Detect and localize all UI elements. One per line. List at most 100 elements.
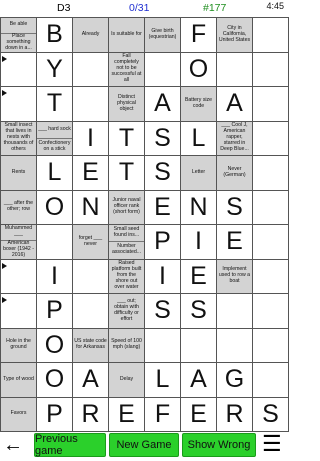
letter-cell[interactable]: T [36,86,73,122]
letter-cell[interactable] [216,327,253,363]
letter-cell[interactable] [252,189,289,225]
crossword-board: Be able Place something down in a... B Alre… [0,17,289,432]
letter-cell[interactable] [252,17,289,53]
letter-cell[interactable]: T [108,120,145,156]
direction-arrow-icon [2,297,7,303]
letter-cell[interactable] [72,51,109,87]
progress-counter: 0/31 [129,2,150,14]
letter-cell[interactable]: A [216,86,253,122]
letter-cell[interactable]: N [180,189,217,225]
letter-cell[interactable]: I [180,224,217,260]
clue-cell: Hole in the ground [0,327,37,363]
clue-text: Be able [1,18,36,34]
letter-cell[interactable]: L [180,120,217,156]
letter-cell[interactable]: O [180,51,217,87]
letter-cell[interactable]: N [72,189,109,225]
letter-cell[interactable]: Y [36,51,73,87]
letter-cell[interactable] [252,327,289,363]
clue-cell: Raised platform built from the shore out… [108,258,145,294]
clue-cell-split: ___ hard sock Confectionery on a stick [36,120,73,156]
back-arrow-icon[interactable]: ← [3,435,23,455]
clue-cell: Is suitable for [108,17,145,53]
letter-cell[interactable] [72,86,109,122]
letter-cell[interactable]: A [144,86,181,122]
clue-cell-split: Muhammed ___ American boxer (1942 - 2016) [0,224,37,260]
direction-arrow-icon [2,262,7,269]
letter-cell[interactable] [144,51,181,87]
clue-cell: Give birth (equestrian) [144,17,181,53]
clue-cell: Already [72,17,109,53]
letter-cell[interactable]: S [180,293,217,329]
clue-cell: Battery size code [180,86,217,122]
clue-cell: Distinct physical object [108,86,145,122]
letter-cell[interactable]: L [36,155,73,191]
letter-cell[interactable]: E [216,224,253,260]
show-wrong-button[interactable]: Show Wrong [182,433,256,457]
letter-cell[interactable]: O [36,189,73,225]
clue-cell: Delay [108,362,145,398]
letter-cell[interactable] [216,51,253,87]
clue-cell: ___ Cool J, American rapper, starred in … [216,120,253,156]
letter-cell[interactable]: S [144,120,181,156]
clue-cell: Favors [0,396,37,432]
letter-cell[interactable]: G [216,362,253,398]
letter-cell[interactable]: I [144,258,181,294]
letter-cell[interactable] [252,258,289,294]
letter-cell[interactable] [72,293,109,329]
clue-cell: Fall completely not to be successful at … [108,51,145,87]
clue-cell: Type of wood [0,362,37,398]
letter-cell[interactable] [252,293,289,329]
letter-cell[interactable] [252,155,289,191]
menu-icon[interactable]: ☰ [262,433,282,455]
new-game-button[interactable]: New Game [109,433,179,457]
letter-cell[interactable] [252,51,289,87]
letter-cell[interactable]: O [36,327,73,363]
letter-cell[interactable]: O [36,362,73,398]
letter-cell[interactable]: P [144,224,181,260]
letter-cell[interactable] [72,258,109,294]
letter-cell[interactable] [252,224,289,260]
letter-cell[interactable] [180,327,217,363]
letter-cell[interactable]: A [180,362,217,398]
letter-cell[interactable]: S [252,396,289,432]
letter-cell[interactable]: P [36,396,73,432]
letter-cell[interactable] [252,86,289,122]
letter-cell[interactable]: S [144,155,181,191]
letter-cell[interactable]: I [72,120,109,156]
clue-text: Number associated... [111,243,142,256]
clue-text: Muhammed ___ [1,225,36,241]
clue-cell: US state code for Arkansas [72,327,109,363]
clue-cell: Speed of 100 mph (slang) [108,327,145,363]
letter-cell[interactable]: E [72,155,109,191]
letter-cell[interactable]: E [108,396,145,432]
clue-text: ___ hard sock [37,122,72,139]
level-label: D3 [57,2,71,14]
letter-cell[interactable]: T [108,155,145,191]
game-header: D3 0/31 #177 [0,0,288,17]
letter-cell[interactable]: S [216,189,253,225]
clue-text: American boxer (1942 - 2016) [3,239,34,258]
clue-cell: ___ out; obtain with difficulty or effor… [108,293,145,329]
letter-cell[interactable]: E [144,189,181,225]
letter-cell[interactable]: E [180,258,217,294]
letter-cell[interactable]: B [36,17,73,53]
letter-cell[interactable] [252,120,289,156]
clue-cell: Never (German) [216,155,253,191]
letter-cell[interactable]: S [144,293,181,329]
clue-cell-split: Small seed found ins... Number associated… [108,224,145,260]
letter-cell[interactable] [216,293,253,329]
letter-cell[interactable]: R [72,396,109,432]
letter-cell[interactable]: P [36,293,73,329]
letter-cell[interactable]: F [180,17,217,53]
letter-cell[interactable]: R [216,396,253,432]
letter-cell[interactable]: I [36,258,73,294]
letter-cell[interactable]: F [144,396,181,432]
letter-cell[interactable] [36,224,73,260]
letter-cell[interactable]: A [72,362,109,398]
direction-arrow-icon [2,90,7,96]
letter-cell[interactable]: E [180,396,217,432]
letter-cell[interactable] [252,362,289,398]
letter-cell[interactable]: L [144,362,181,398]
letter-cell[interactable] [144,327,181,363]
previous-game-button[interactable]: Previous game [34,433,106,457]
